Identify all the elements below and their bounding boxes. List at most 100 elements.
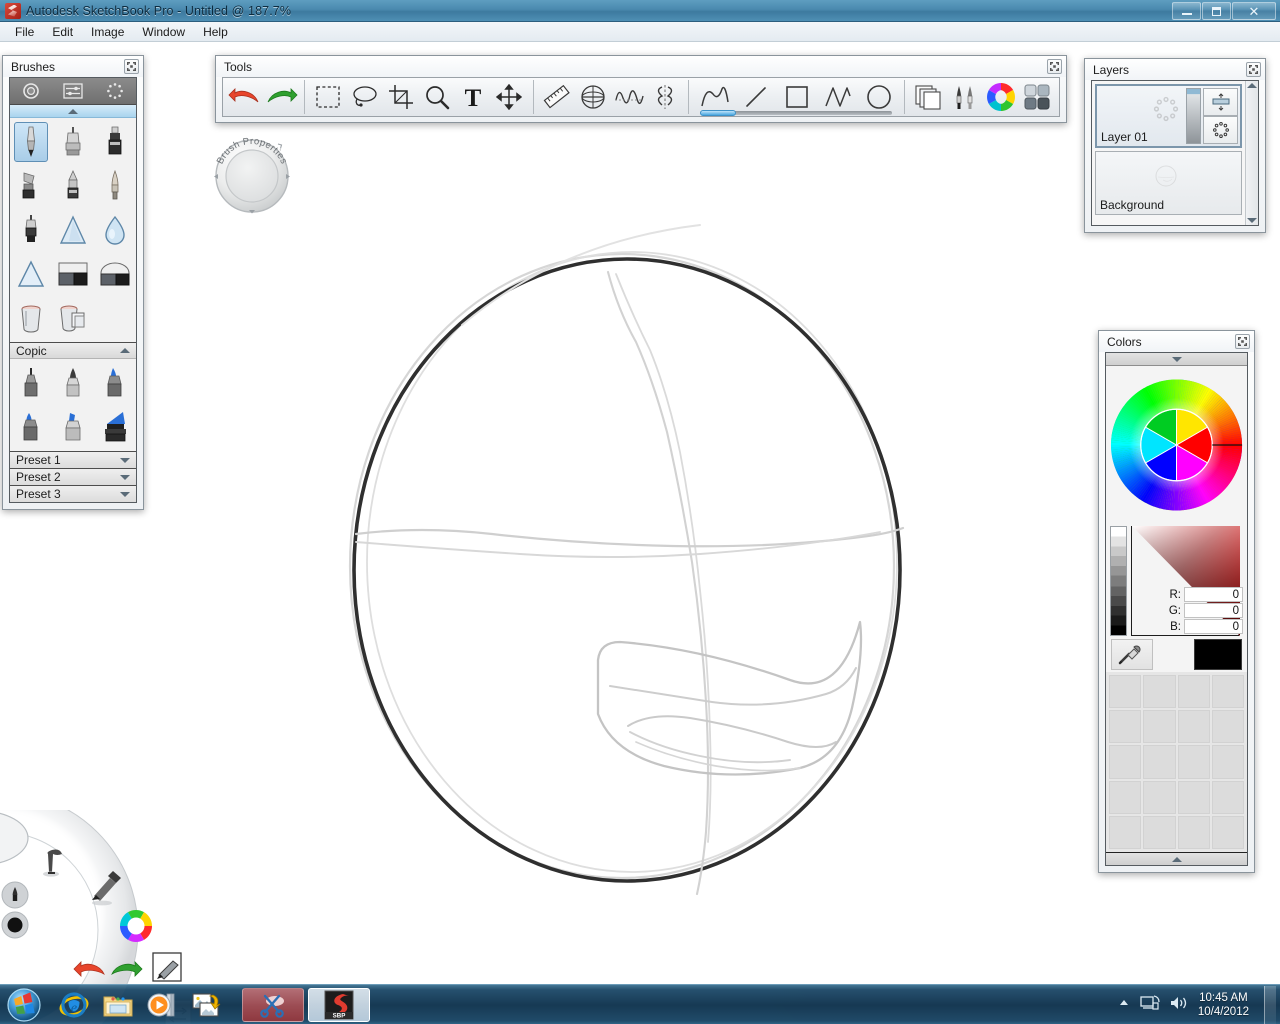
color-swatch[interactable]: [1143, 710, 1176, 744]
rgb-red-value[interactable]: 0: [1184, 587, 1243, 602]
ruler-tool[interactable]: [539, 79, 575, 115]
network-icon[interactable]: [1140, 994, 1160, 1015]
windows-explorer-icon[interactable]: [100, 988, 136, 1022]
brushes-close-icon[interactable]: [124, 59, 139, 74]
lagoon-tools-puck[interactable]: [43, 849, 62, 877]
brush-water-drop-a[interactable]: [52, 208, 94, 252]
brush-pencil[interactable]: [10, 120, 52, 164]
colors-top-collapse-bar[interactable]: [1106, 353, 1247, 366]
copic-marker-blue-nib[interactable]: [94, 361, 136, 405]
brush-soft-pen[interactable]: [94, 164, 136, 208]
brush-round-eraser[interactable]: [94, 252, 136, 296]
brush-chisel-marker[interactable]: [52, 164, 94, 208]
scroll-up-icon[interactable]: [1247, 83, 1257, 88]
colors-close-icon[interactable]: [1235, 334, 1250, 349]
tools-close-icon[interactable]: [1047, 59, 1062, 74]
ellipse-guide-tool[interactable]: [575, 79, 611, 115]
layers-close-icon[interactable]: [1246, 62, 1261, 77]
crop-tool[interactable]: [383, 79, 419, 115]
sketchbook-pro-task[interactable]: SBP: [308, 987, 370, 1022]
french-curve-tool[interactable]: [611, 79, 647, 115]
layer-blend-mode-button[interactable]: [1203, 88, 1238, 116]
color-swatch[interactable]: [1177, 780, 1210, 814]
color-swatch[interactable]: [1109, 675, 1142, 709]
color-swatch[interactable]: [1109, 815, 1142, 849]
lagoon-color-wheel[interactable]: [120, 909, 152, 943]
undo-tool[interactable]: [227, 79, 263, 115]
colors-panel-tool[interactable]: [983, 79, 1019, 115]
image-converter-icon[interactable]: [188, 988, 224, 1022]
brush-water-drop[interactable]: [94, 208, 136, 252]
layers-panel-tool[interactable]: [910, 79, 946, 115]
copic-fine-nib[interactable]: [10, 361, 52, 405]
current-color-swatch[interactable]: [1194, 638, 1242, 670]
brush-properties-puck[interactable]: Brush Properties: [208, 130, 296, 218]
brush-flat[interactable]: [10, 164, 52, 208]
rectangle-select-tool[interactable]: [310, 79, 346, 115]
brush-soft-eraser[interactable]: [10, 208, 52, 252]
grayscale-ramp[interactable]: [1110, 526, 1127, 636]
lagoon-current-color[interactable]: [1, 911, 29, 939]
layers-palette-header[interactable]: Layers: [1085, 59, 1265, 80]
layer-row[interactable]: Layer 01: [1095, 84, 1242, 148]
color-swatch[interactable]: [1109, 780, 1142, 814]
windows-start-orb[interactable]: [2, 987, 46, 1023]
brushes-palette-header[interactable]: Brushes: [3, 56, 143, 77]
layer-options-button[interactable]: [1203, 116, 1238, 144]
copic-marker-chisel[interactable]: [52, 405, 94, 449]
brush-blend[interactable]: [10, 252, 52, 296]
show-hidden-icons-arrow[interactable]: [1117, 996, 1131, 1013]
lagoon-current-brush[interactable]: [1, 881, 29, 909]
volume-icon[interactable]: [1169, 994, 1189, 1015]
preset-2-header[interactable]: Preset 2: [10, 468, 136, 485]
lagoon-layers[interactable]: [152, 952, 182, 982]
color-wheel[interactable]: [1106, 370, 1247, 520]
close-button[interactable]: ✕: [1232, 2, 1276, 20]
brush-marker[interactable]: [94, 120, 136, 164]
color-swatch[interactable]: [1143, 675, 1176, 709]
menu-image[interactable]: Image: [82, 23, 133, 41]
color-swatch[interactable]: [1211, 815, 1244, 849]
menu-window[interactable]: Window: [133, 23, 194, 41]
zoom-tool[interactable]: [419, 79, 455, 115]
lasso-select-tool[interactable]: [347, 79, 383, 115]
minimize-button[interactable]: [1172, 2, 1201, 20]
brush-preview-icon[interactable]: [10, 78, 52, 104]
color-swatch[interactable]: [1211, 780, 1244, 814]
color-swatch[interactable]: [1109, 710, 1142, 744]
rgb-blue-value[interactable]: 0: [1184, 619, 1243, 634]
symmetry-tool[interactable]: [647, 79, 683, 115]
maximize-button[interactable]: [1202, 2, 1231, 20]
color-swatch[interactable]: [1177, 745, 1210, 779]
brushes-panel-tool[interactable]: [946, 79, 982, 115]
brush-airbrush[interactable]: [52, 120, 94, 164]
color-swatch[interactable]: [1177, 710, 1210, 744]
move-tool[interactable]: [491, 79, 527, 115]
show-desktop-button[interactable]: [1264, 985, 1276, 1024]
menu-help[interactable]: Help: [194, 23, 237, 41]
slider-thumb[interactable]: [700, 110, 737, 116]
rgb-green-value[interactable]: 0: [1184, 603, 1243, 618]
brush-paint-bucket-layer[interactable]: [52, 296, 94, 340]
scroll-down-icon[interactable]: [1247, 218, 1257, 223]
layers-scrollbar[interactable]: [1245, 81, 1258, 225]
internet-explorer-icon[interactable]: e: [56, 988, 92, 1022]
colors-palette-header[interactable]: Colors: [1099, 331, 1254, 352]
copic-marker-wide[interactable]: [94, 405, 136, 449]
brush-sliders-icon[interactable]: [52, 78, 94, 104]
color-swatch[interactable]: [1143, 780, 1176, 814]
menu-edit[interactable]: Edit: [43, 23, 82, 41]
copic-section-header[interactable]: Copic: [10, 342, 136, 359]
color-swatch[interactable]: [1177, 815, 1210, 849]
color-swatch[interactable]: [1177, 675, 1210, 709]
brush-dotted-ring-icon[interactable]: [94, 78, 136, 104]
text-tool[interactable]: T: [455, 79, 491, 115]
color-swatch[interactable]: [1109, 745, 1142, 779]
brush-paint-bucket[interactable]: [10, 296, 52, 340]
copic-marker-small[interactable]: [10, 405, 52, 449]
color-swatch[interactable]: [1211, 675, 1244, 709]
windows-media-player-icon[interactable]: [144, 988, 180, 1022]
color-swatch[interactable]: [1143, 815, 1176, 849]
copic-brush-nib[interactable]: [52, 361, 94, 405]
layer-row[interactable]: Background: [1095, 151, 1242, 215]
